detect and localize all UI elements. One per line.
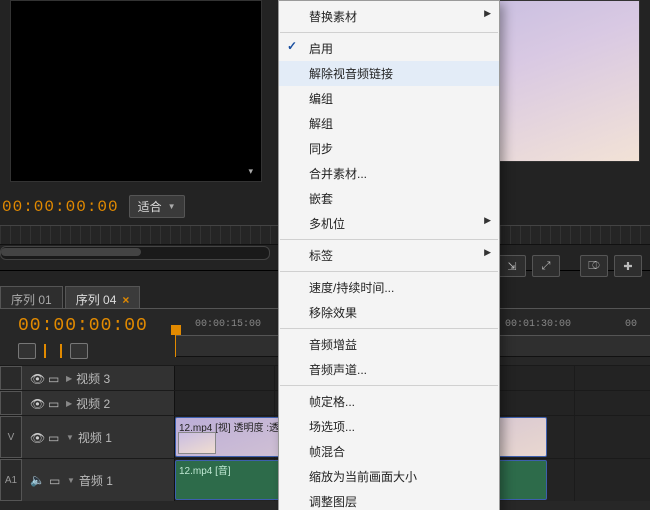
- track-header[interactable]: A1 🔈 ▭ ▼ 音频 1: [0, 459, 175, 501]
- lift-button[interactable]: ⇲: [498, 255, 526, 277]
- track-patch[interactable]: [0, 391, 22, 415]
- nest-icon[interactable]: [18, 343, 36, 359]
- chevron-right-icon[interactable]: ▶: [66, 399, 72, 408]
- chevron-down-icon[interactable]: ▼: [66, 433, 74, 442]
- menu-merge-clips[interactable]: 合并素材...: [279, 161, 499, 186]
- eye-icon[interactable]: 👁: [30, 372, 44, 384]
- sync-lock-icon[interactable]: ▭: [49, 474, 63, 486]
- sync-lock-icon[interactable]: ▭: [48, 372, 62, 384]
- track-header[interactable]: 👁 ▭ ▶ 视频 3: [0, 366, 175, 390]
- menu-audio-gain[interactable]: 音频增益: [279, 332, 499, 357]
- chevron-down-icon: ▼: [168, 202, 176, 211]
- menu-field-options[interactable]: 场选项...: [279, 414, 499, 439]
- source-controls: 00:00:00:00 适合 ▼: [0, 195, 185, 218]
- menu-audio-channels[interactable]: 音频声道...: [279, 357, 499, 382]
- zoom-fit-dropdown[interactable]: 适合 ▼: [129, 195, 185, 218]
- timeline-timecode[interactable]: 00:00:00:00: [18, 317, 148, 335]
- menu-remove-effects[interactable]: 移除效果: [279, 300, 499, 325]
- menu-multicam[interactable]: 多机位: [279, 211, 499, 236]
- source-timecode[interactable]: 00:00:00:00: [2, 199, 119, 215]
- menu-scale-to-frame[interactable]: 缩放为当前画面大小: [279, 464, 499, 489]
- clip-label: 12.mp4 [音]: [179, 462, 231, 477]
- extract-button[interactable]: ⤢: [532, 255, 560, 277]
- tab-label: 序列 04: [76, 291, 117, 308]
- track-patch[interactable]: [0, 366, 22, 390]
- eye-icon[interactable]: 👁: [30, 397, 44, 409]
- mute-icon[interactable]: 🔈: [30, 473, 45, 487]
- track-header[interactable]: V 👁 ▭ ▼ 视频 1: [0, 416, 175, 458]
- track-name: 音频 1: [79, 472, 113, 489]
- chevron-right-icon[interactable]: ▶: [66, 374, 72, 383]
- menu-label[interactable]: 标签: [279, 243, 499, 268]
- menu-ungroup[interactable]: 解组: [279, 111, 499, 136]
- app-root: ▾ 00:00:00:00 适合 ▼ |◀ ◀▶ ▶| ⇲ ⤢ ⎄ ✚ 序列 0…: [0, 0, 650, 510]
- zoom-fit-label: 适合: [138, 198, 162, 215]
- eye-icon[interactable]: 👁: [30, 431, 44, 443]
- menu-nest[interactable]: 嵌套: [279, 186, 499, 211]
- track-name: 视频 2: [76, 395, 110, 412]
- track-patch[interactable]: V: [0, 416, 22, 458]
- menu-replace-footage[interactable]: 替换素材: [279, 4, 499, 29]
- marker-icon[interactable]: [70, 343, 88, 359]
- track-header[interactable]: 👁 ▭ ▶ 视频 2: [0, 391, 175, 415]
- context-menu: 替换素材 ✓启用 解除视音频链接 编组 解组 同步 合并素材... 嵌套 多机位…: [278, 0, 500, 510]
- close-icon[interactable]: ×: [122, 293, 129, 307]
- menu-frame-blend[interactable]: 帧混合: [279, 439, 499, 464]
- check-icon: ✓: [287, 39, 297, 53]
- chevron-down-icon[interactable]: ▼: [67, 476, 75, 485]
- track-name: 视频 1: [78, 429, 112, 446]
- menu-group[interactable]: 编组: [279, 86, 499, 111]
- playhead[interactable]: [175, 325, 176, 357]
- menu-frame-hold[interactable]: 帧定格...: [279, 389, 499, 414]
- menu-adjustment-layer[interactable]: 调整图层: [279, 489, 499, 510]
- export-frame-button[interactable]: ⎄: [580, 255, 608, 277]
- track-name: 视频 3: [76, 370, 110, 387]
- playhead-flag-icon: [171, 325, 181, 335]
- source-monitor[interactable]: ▾: [10, 0, 262, 182]
- source-scrollbar[interactable]: [0, 246, 270, 260]
- tab-label: 序列 01: [11, 291, 52, 308]
- menu-synchronize[interactable]: 同步: [279, 136, 499, 161]
- scrollbar-thumb[interactable]: [1, 248, 141, 256]
- menu-unlink-audio-video[interactable]: 解除视音频链接: [279, 61, 499, 86]
- snap-icon[interactable]: [44, 344, 62, 358]
- menu-enable[interactable]: ✓启用: [279, 36, 499, 61]
- chevron-down-icon: ▾: [248, 166, 253, 177]
- track-patch[interactable]: A1: [0, 459, 22, 501]
- sync-lock-icon[interactable]: ▭: [48, 397, 62, 409]
- button-editor[interactable]: ✚: [614, 255, 642, 277]
- sync-lock-icon[interactable]: ▭: [48, 431, 62, 443]
- clip-thumbnail: [178, 432, 216, 454]
- timeline-tools: [18, 343, 88, 359]
- menu-speed-duration[interactable]: 速度/持续时间...: [279, 275, 499, 300]
